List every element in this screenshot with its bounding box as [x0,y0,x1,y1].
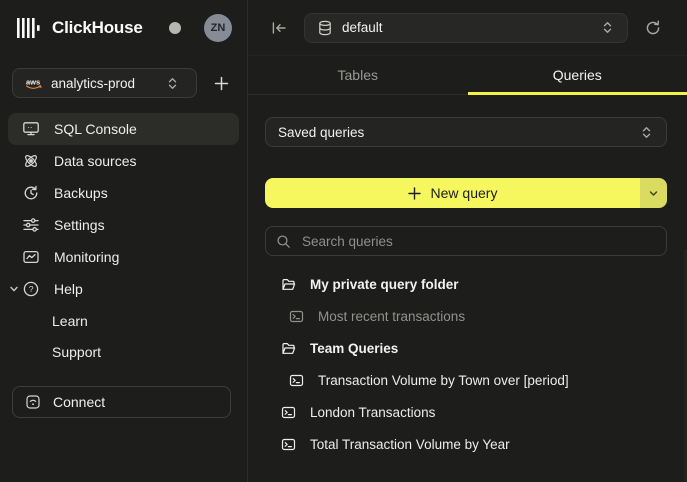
tree-item-label: Transaction Volume by Town over [period] [318,373,569,388]
plus-icon [408,187,421,200]
sidebar-item-label: Backups [54,185,108,201]
saved-queries-selector[interactable]: Saved queries [265,117,667,147]
settings-sliders-icon [22,216,40,234]
folder-open-icon [281,277,296,292]
updown-chevrons-icon [602,21,613,34]
search-queries-box [265,226,667,256]
tree-item-label: Most recent transactions [318,309,465,324]
service-name: analytics-prod [51,76,135,91]
svg-text:?: ? [29,284,34,294]
database-icon [317,20,333,36]
refresh-icon[interactable] [644,19,662,37]
console-icon [22,120,40,138]
plus-icon [214,76,229,91]
help-icon: ? [22,280,40,298]
sidebar-item-label: Help [54,281,83,297]
add-service-button[interactable] [207,69,235,97]
sidebar: ClickHouse ZN aws analytics-prod [0,0,248,482]
query-tree: My private query folder Most recent tran… [265,268,667,460]
sidebar-item-sql-console[interactable]: SQL Console [8,113,239,145]
sidebar-item-support[interactable]: Support [8,336,239,367]
tree-item-label: Team Queries [310,341,398,356]
tab-bar: Tables Queries [248,56,687,95]
connect-button[interactable]: Connect [12,386,231,418]
query-item[interactable]: Most recent transactions [265,300,667,332]
clickhouse-logo-icon [16,17,43,39]
service-selector[interactable]: aws analytics-prod [12,68,197,98]
sidebar-item-settings[interactable]: Settings [8,209,239,241]
new-query-button[interactable]: New query [265,178,640,208]
data-sources-icon [22,152,40,170]
query-item[interactable]: Transaction Volume by Town over [period] [265,364,667,396]
sidebar-nav: SQL Console Data sources [0,113,247,367]
folder-open-icon [281,341,296,356]
terminal-icon [289,373,304,388]
new-query-dropdown-button[interactable] [640,178,667,208]
brand: ClickHouse [16,17,143,39]
query-folder[interactable]: My private query folder [265,268,667,300]
new-query-label: New query [431,185,498,201]
search-queries-input[interactable] [300,233,656,250]
saved-queries-value: Saved queries [278,125,364,140]
tab-tables[interactable]: Tables [248,56,468,94]
tab-queries[interactable]: Queries [468,56,687,94]
tree-item-label: London Transactions [310,405,435,420]
tree-item-label: Total Transaction Volume by Year [310,437,510,452]
svg-text:aws: aws [26,78,40,87]
service-row: aws analytics-prod [12,68,235,98]
sidebar-item-data-sources[interactable]: Data sources [8,145,239,177]
connect-icon [25,394,41,410]
chevron-down-icon [9,284,19,294]
query-folder[interactable]: Team Queries [265,332,667,364]
queries-panel: Saved queries New query [248,95,687,482]
database-name: default [342,20,383,35]
sidebar-item-help[interactable]: ? Help [8,273,239,305]
backups-history-icon [22,184,40,202]
updown-chevrons-icon [167,77,178,90]
collapse-panel-icon[interactable] [270,19,288,37]
sidebar-item-label: SQL Console [54,121,137,137]
terminal-icon [281,405,296,420]
sidebar-header: ClickHouse ZN [0,0,247,43]
user-avatar[interactable]: ZN [204,14,232,42]
aws-icon: aws [25,77,42,89]
updown-chevrons-icon [641,126,652,139]
query-item[interactable]: Total Transaction Volume by Year [265,428,667,460]
sidebar-item-label: Monitoring [54,249,119,265]
brand-name: ClickHouse [52,18,143,38]
tab-label: Queries [553,67,602,83]
tree-item-label: My private query folder [310,277,459,292]
panel-toolbar: default [248,0,687,56]
monitoring-chart-icon [22,248,40,266]
terminal-icon [289,309,304,324]
status-dot [169,22,181,34]
sidebar-subitem-label: Learn [52,313,88,329]
sidebar-item-backups[interactable]: Backups [8,177,239,209]
sidebar-item-monitoring[interactable]: Monitoring [8,241,239,273]
query-item[interactable]: London Transactions [265,396,667,428]
chevron-down-icon [648,188,659,199]
app-window: ClickHouse ZN aws analytics-prod [0,0,687,482]
tab-label: Tables [338,67,378,83]
sidebar-item-learn[interactable]: Learn [8,305,239,336]
sidebar-item-label: Data sources [54,153,136,169]
sidebar-item-label: Settings [54,217,105,233]
sidebar-subitem-label: Support [52,344,101,360]
right-panel: default Tables Queries [248,0,687,482]
terminal-icon [281,437,296,452]
database-selector[interactable]: default [304,13,628,43]
connect-button-label: Connect [53,394,105,410]
new-query-split-button: New query [265,178,667,208]
search-icon [276,234,291,249]
